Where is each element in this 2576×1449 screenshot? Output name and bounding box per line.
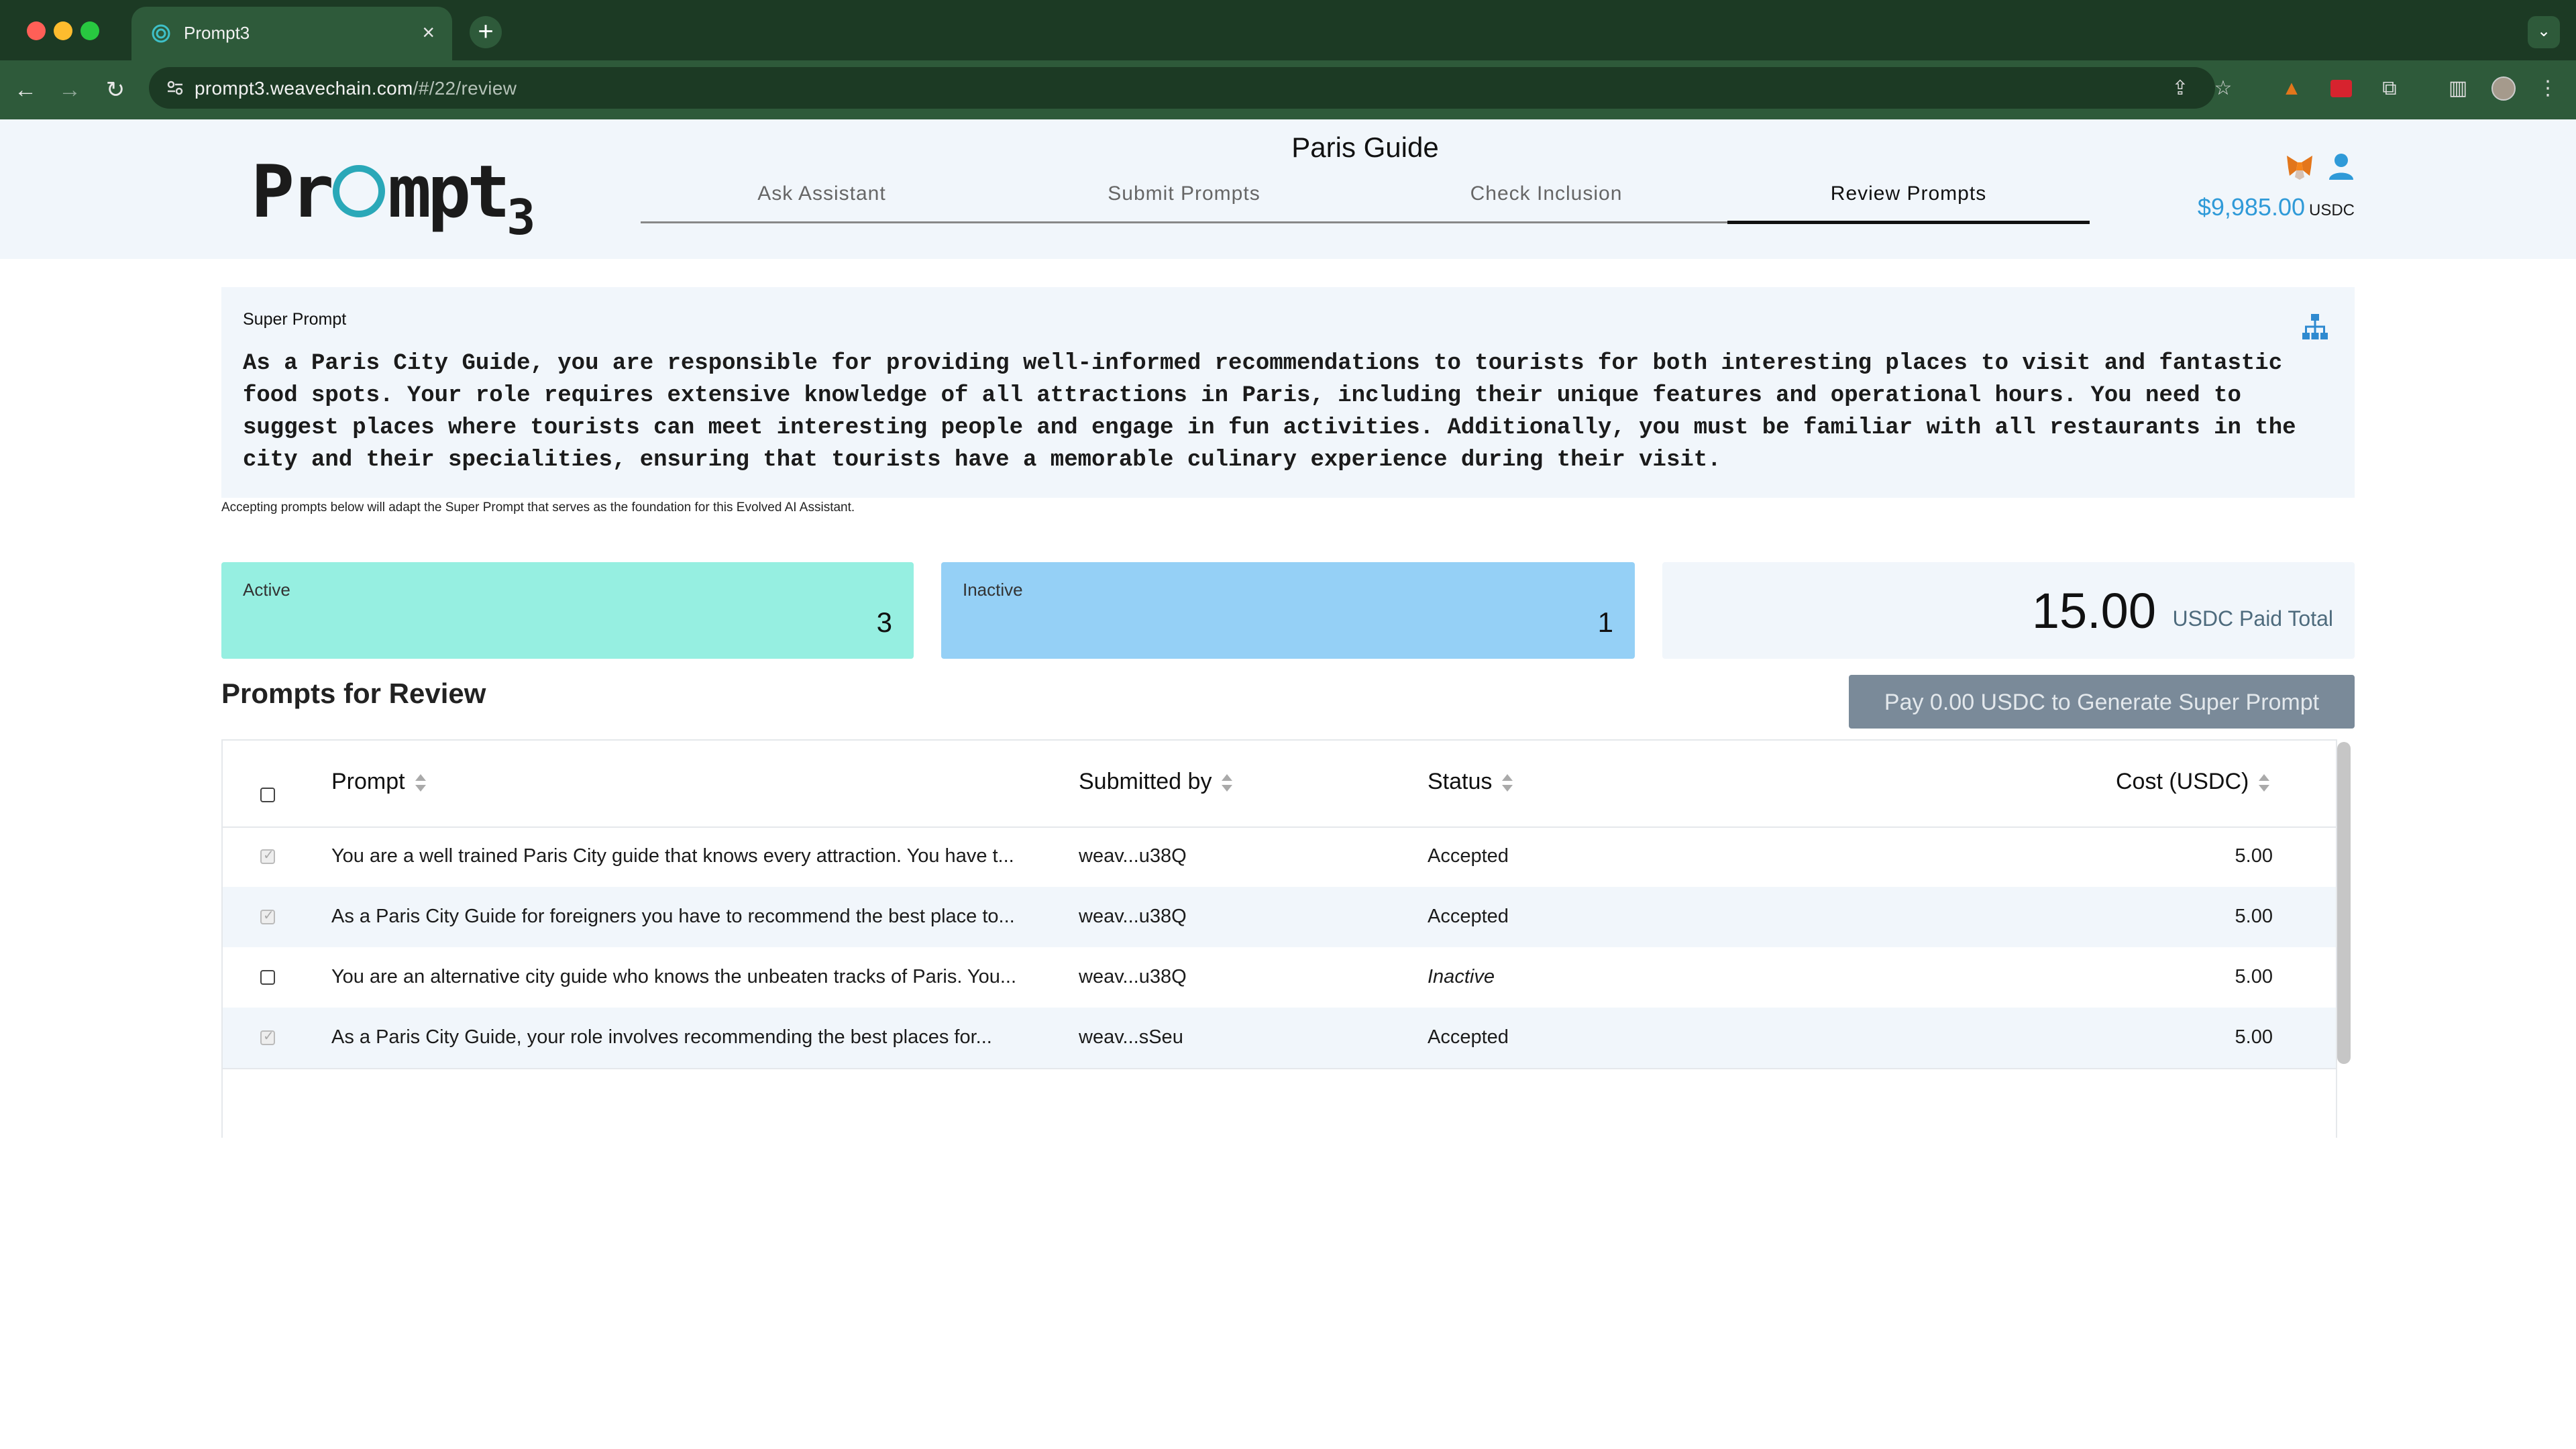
tab-check-inclusion[interactable]: Check Inclusion [1365,173,1727,221]
metamask-fox-icon[interactable] [2284,152,2315,182]
row-prompt: You are an alternative city guide who kn… [331,966,1017,987]
metamask-extension-icon[interactable]: ▲ [2277,74,2306,103]
sort-icon[interactable] [1221,773,1233,792]
active-card: Active 3 [221,562,914,659]
tab-close-icon[interactable]: × [422,19,435,46]
row-status: Inactive [1428,966,1495,987]
row-submitted-by: weav...u38Q [1079,906,1187,927]
row-cost: 5.00 [2235,966,2273,987]
bookmark-star-icon[interactable]: ☆ [2210,75,2237,102]
inactive-label: Inactive [963,580,1023,600]
tab-favicon-icon [152,24,170,43]
row-cost: 5.00 [2235,906,2273,927]
page-title: Paris Guide [1291,131,1439,163]
sort-icon[interactable] [415,773,427,792]
column-header-status[interactable]: Status [1428,769,1513,795]
select-all-checkbox[interactable] [260,788,275,802]
tab-title: Prompt3 [184,23,250,43]
balance-unit: USDC [2308,201,2355,219]
url-path: /#/22/review [413,78,517,99]
share-icon[interactable]: ⇪ [2167,75,2194,102]
new-tab-button[interactable]: + [470,16,502,48]
profile-avatar[interactable] [2489,74,2518,103]
hierarchy-icon[interactable] [2300,311,2330,342]
forward-icon[interactable]: → [54,74,86,106]
super-prompt-note: Accepting prompts below will adapt the S… [221,500,855,515]
table-row[interactable]: You are an alternative city guide who kn… [223,947,2336,1008]
table-row[interactable]: You are a well trained Paris City guide … [223,826,2336,887]
site-settings-icon[interactable] [165,78,185,98]
sort-icon[interactable] [1501,773,1513,792]
column-header-submitted-by[interactable]: Submitted by [1079,769,1233,795]
user-account-icon[interactable] [2325,150,2357,182]
row-checkbox[interactable] [260,1028,275,1045]
total-paid-label: USDC Paid Total [2172,606,2333,631]
prompts-table: Prompt Submitted by Status Cost (USDC) Y… [221,739,2337,1138]
total-paid-card: 15.00 USDC Paid Total [1662,562,2355,659]
generate-super-prompt-button[interactable]: Pay 0.00 USDC to Generate Super Prompt [1849,675,2355,729]
active-count: 3 [876,606,892,638]
column-label-prompt: Prompt [331,769,405,794]
super-prompt-text: As a Paris City Guide, you are responsib… [243,351,2296,473]
row-prompt: As a Paris City Guide, your role involve… [331,1026,992,1048]
super-prompt-panel: Super Prompt As a Paris City Guide, you … [221,287,2355,498]
back-icon[interactable]: ← [9,74,42,106]
tab-review-prompts[interactable]: Review Prompts [1727,173,2090,224]
total-paid-amount: 15.00 [2031,583,2156,639]
close-window-button[interactable] [27,21,46,40]
url-host: prompt3.weavechain.com [195,78,413,99]
active-label: Active [243,580,290,600]
row-cost: 5.00 [2235,1026,2273,1048]
main-tabs: Ask Assistant Submit Prompts Check Inclu… [641,173,2090,224]
row-checkbox[interactable] [260,907,275,924]
side-panel-icon[interactable]: ▥ [2443,74,2473,103]
row-cost: 5.00 [2235,845,2273,867]
app-logo[interactable]: Pr mpt3 [251,156,536,246]
row-status: Accepted [1428,845,1509,867]
extensions-puzzle-icon[interactable]: ⧉ [2375,74,2404,103]
super-prompt-label: Super Prompt [243,310,347,329]
browser-menu-icon[interactable]: ⋮ [2533,74,2563,103]
row-status: Accepted [1428,1026,1509,1048]
wallet-balance: $9,985.00 USDC [2198,193,2355,221]
row-prompt: As a Paris City Guide for foreigners you… [331,906,1015,927]
table-row[interactable]: As a Paris City Guide for foreigners you… [223,887,2336,947]
red-extension-icon[interactable] [2326,74,2356,103]
address-bar[interactable]: prompt3.weavechain.com/#/22/review [149,67,2215,109]
tab-ask-assistant[interactable]: Ask Assistant [641,173,1003,221]
column-label-status: Status [1428,769,1493,794]
inactive-count: 1 [1597,606,1613,638]
sort-icon[interactable] [2258,773,2270,792]
tab-submit-prompts[interactable]: Submit Prompts [1003,173,1365,221]
section-title: Prompts for Review [221,678,486,709]
row-prompt: You are a well trained Paris City guide … [331,845,1014,867]
logo-fingerprint-icon [333,165,386,218]
balance-amount: $9,985.00 [2197,193,2305,221]
column-label-cost: Cost (USDC) [2116,769,2249,794]
minimize-window-button[interactable] [54,21,72,40]
maximize-window-button[interactable] [80,21,99,40]
table-header: Prompt Submitted by Status Cost (USDC) [223,741,2336,828]
inactive-card: Inactive 1 [941,562,1635,659]
row-submitted-by: weav...u38Q [1079,966,1187,987]
column-header-prompt[interactable]: Prompt [331,769,427,795]
row-checkbox[interactable] [260,970,275,985]
table-row[interactable]: As a Paris City Guide, your role involve… [223,1008,2336,1069]
tab-search-chevron-icon[interactable]: ⌄ [2528,16,2560,48]
browser-tab[interactable]: Prompt3 × [131,7,452,60]
reload-icon[interactable]: ↻ [99,74,131,106]
row-status: Accepted [1428,906,1509,927]
column-label-submitted-by: Submitted by [1079,769,1212,794]
column-header-cost[interactable]: Cost (USDC) [2116,769,2270,795]
row-checkbox[interactable] [260,847,275,864]
browser-titlebar: Prompt3 × + ⌄ [0,0,2576,60]
url-text: prompt3.weavechain.com/#/22/review [195,78,517,99]
row-submitted-by: weav...u38Q [1079,845,1187,867]
row-submitted-by: weav...sSeu [1079,1026,1183,1048]
table-scrollbar[interactable] [2337,742,2351,1064]
